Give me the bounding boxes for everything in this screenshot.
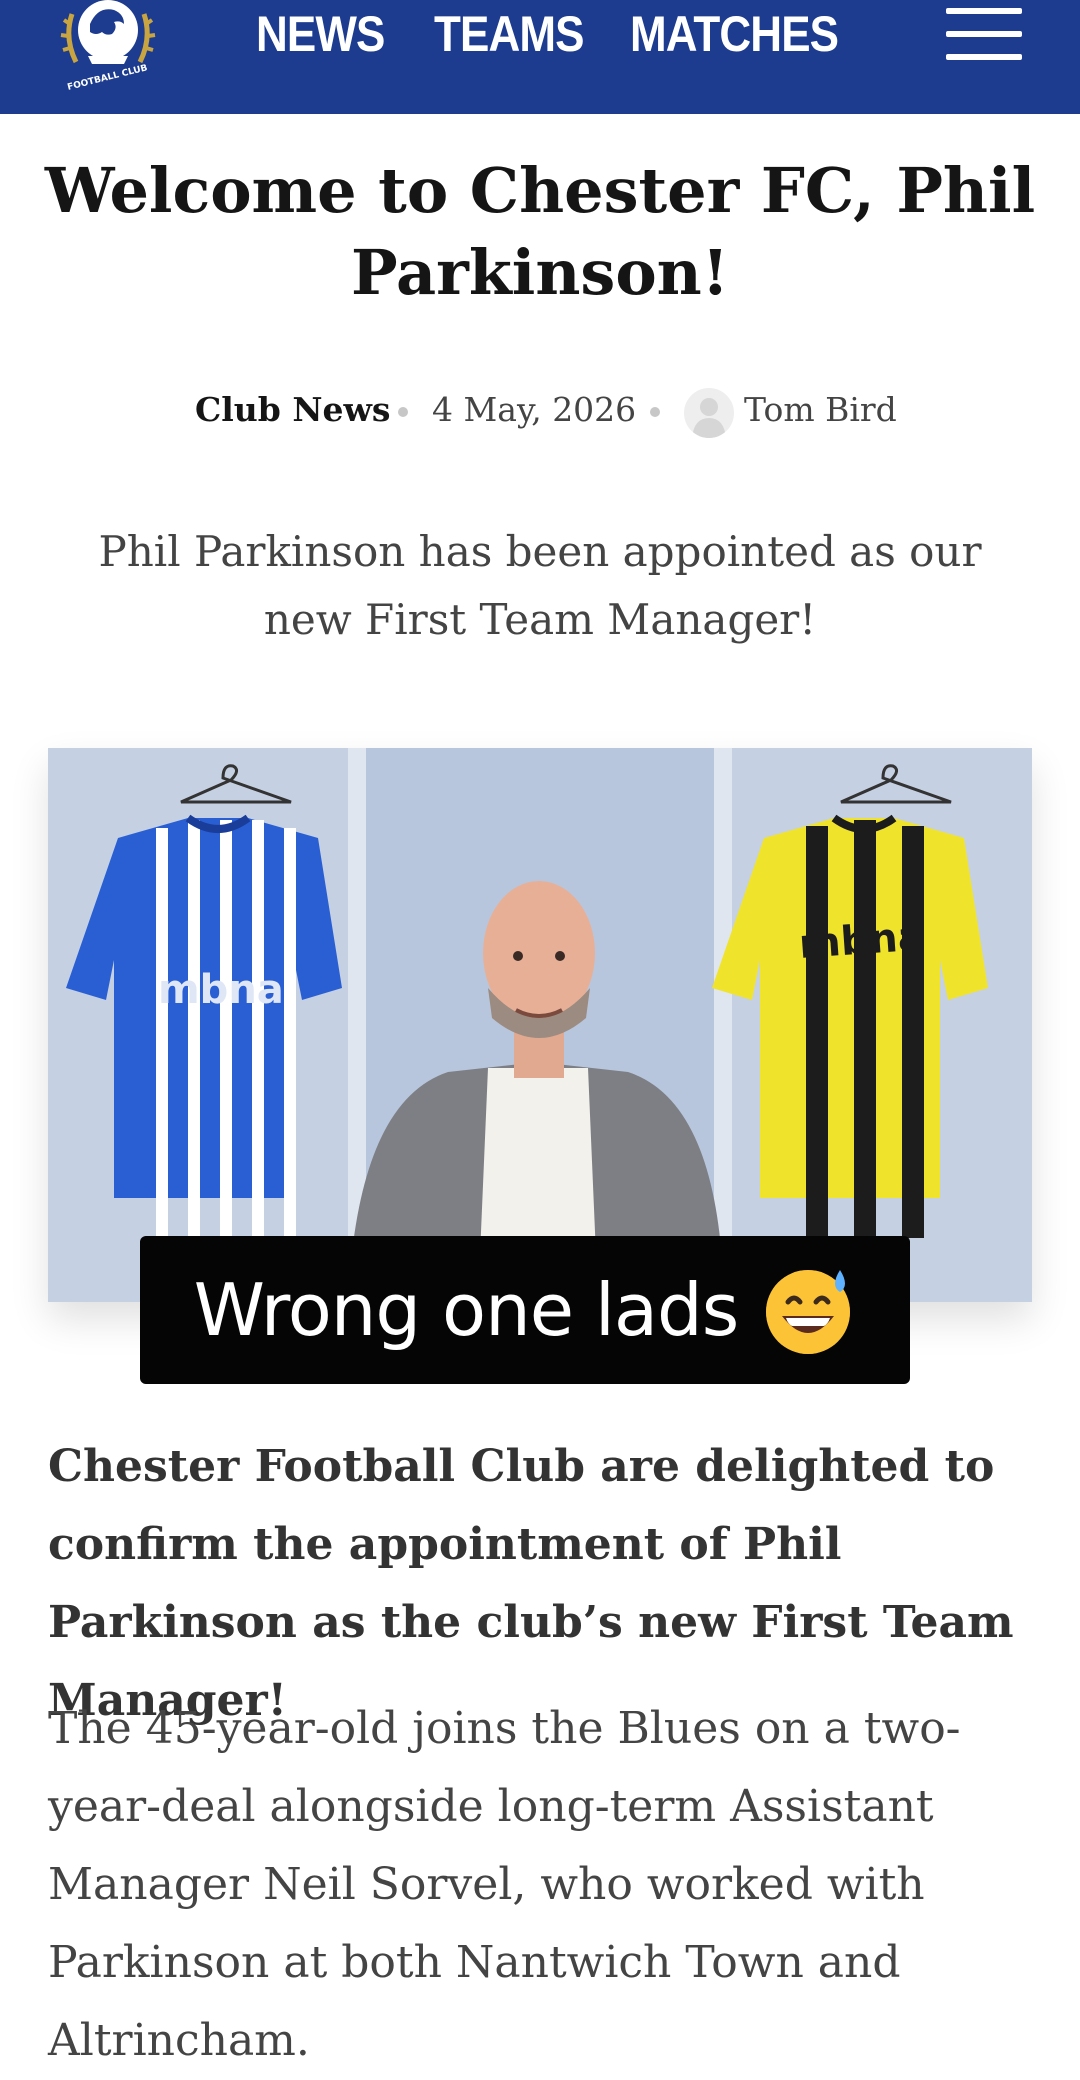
author-avatar bbox=[684, 388, 734, 438]
top-nav-bar: FOOTBALL CLUB NEWS TEAMS MATCHES bbox=[0, 0, 1080, 114]
home-shirt-sponsor: mbna bbox=[158, 967, 284, 1013]
nav-news[interactable]: NEWS bbox=[256, 6, 385, 62]
away-shirt-sponsor: mbna bbox=[797, 913, 926, 968]
nav-teams[interactable]: TEAMS bbox=[434, 6, 584, 62]
article-body-paragraph: The 45-year-old joins the Blues on a two… bbox=[48, 1703, 961, 2066]
meta-separator-dot bbox=[398, 407, 408, 417]
category-link[interactable]: Club News bbox=[195, 390, 391, 429]
grinning-sweat-emoji-icon bbox=[766, 1270, 851, 1354]
club-crest-logo[interactable]: FOOTBALL CLUB bbox=[46, 0, 170, 102]
hamburger-menu-icon[interactable] bbox=[946, 4, 1022, 64]
article-lead: Phil Parkinson has been appointed as our… bbox=[98, 527, 982, 644]
manager-with-shirts-illustration: mbna mbna bbox=[48, 748, 1032, 1302]
author-name[interactable]: Tom Bird bbox=[744, 390, 897, 429]
feature-image: mbna mbna bbox=[48, 748, 1032, 1302]
article-meta: Club News 4 May, 2026 Tom Bird bbox=[0, 388, 1080, 440]
nav-matches[interactable]: MATCHES bbox=[630, 6, 839, 62]
meta-separator-dot bbox=[650, 407, 660, 417]
article-title: Welcome to Chester FC, Phil Parkinson! bbox=[44, 154, 1036, 309]
user-placeholder-icon bbox=[692, 398, 726, 438]
image-caption-overlay: Wrong one lads bbox=[140, 1236, 910, 1384]
caption-text: Wrong one lads bbox=[193, 1268, 739, 1352]
publish-date: 4 May, 2026 bbox=[432, 390, 637, 429]
